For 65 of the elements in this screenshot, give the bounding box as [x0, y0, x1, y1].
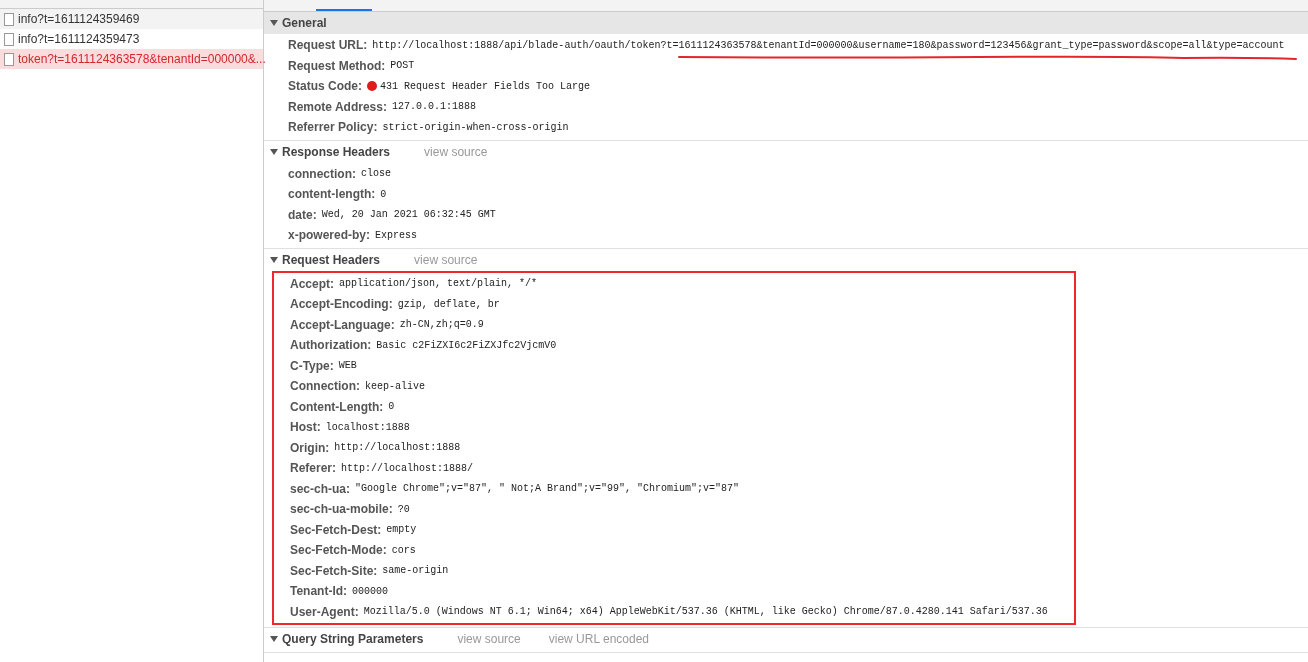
header-name: C-Type: [290, 357, 334, 375]
document-icon [4, 32, 14, 46]
header-value: WEB [338, 360, 357, 373]
header-value: strict-origin-when-cross-origin [382, 121, 569, 134]
header-value: application/json, text/plain, */* [339, 278, 538, 291]
header-name: x-powered-by: [288, 227, 370, 245]
header-name: Tenant-Id: [290, 583, 348, 601]
header-name: Connection: [290, 378, 360, 396]
header-value: keep-alive [365, 380, 425, 393]
header-value: ?0 [397, 503, 410, 516]
header-value: zh-CN,zh;q=0.9 [399, 319, 484, 332]
header-value: POST [390, 60, 415, 73]
header-name: Sec-Fetch-Mode: [290, 542, 387, 560]
header-name: date: [288, 206, 317, 224]
header-value: empty [386, 524, 417, 537]
header-value: gzip, deflate, br [397, 298, 500, 311]
header-name: content-length: [288, 186, 376, 204]
header-name: Referer: [290, 460, 337, 478]
header-value: 0 [380, 188, 387, 201]
header-value: 127.0.0.1:1888 [391, 101, 476, 114]
section-header[interactable]: Query String Parameters view source view URL encoded [264, 628, 1308, 650]
header-value: 0 [388, 401, 395, 414]
header-name: Origin: [290, 439, 330, 457]
expanded-triangle-icon[interactable] [270, 635, 278, 643]
header-value: Mozilla/5.0 (Windows NT 6.1; Win64; x64) AppleWebKit/537.36 (KHTML, like Gecko) Chrome/87.0.4280.141 Safari/537.36 [363, 606, 1048, 619]
header-value: http://localhost:1888/ [341, 462, 474, 475]
header-name: connection: [288, 165, 356, 183]
header-name: sec-ch-ua: [290, 480, 351, 498]
header-value: http://localhost:1888/api/blade-auth/oauth/token?t=1611124363578&tenantId=000000&username=180&password=123456&grant_type=password&scope=all&type=account [372, 39, 1285, 52]
header-value: same-origin [382, 565, 449, 578]
header-name: Accept-Language: [290, 316, 395, 334]
header-value: Basic c2FiZXI6c2FiZXJfc2VjcmV0 [376, 339, 557, 352]
header-name: Content-Length: [290, 398, 384, 416]
header-name: Accept: [290, 275, 334, 293]
header-value: close [361, 168, 391, 181]
header-name: User-Agent: [290, 603, 359, 621]
request-row[interactable]: token?t=1611124363578&tenantId=000000&... [0, 49, 263, 69]
header-value: cors [391, 544, 416, 557]
header-name: Sec-Fetch-Dest: [290, 521, 382, 539]
header-name: Accept-Encoding: [290, 296, 393, 314]
header-name: Request Method: [288, 57, 386, 75]
document-icon [4, 52, 14, 66]
header-name: Status Code: [288, 78, 362, 96]
expanded-triangle-icon[interactable] [270, 147, 278, 156]
header-value: Wed, 20 Jan 2021 06:32:45 GMT [321, 209, 496, 222]
expanded-triangle-icon[interactable] [270, 255, 278, 264]
section-header[interactable]: Response Headers view source [264, 140, 1308, 163]
request-row[interactable]: info?t=1611124359469 [0, 9, 263, 29]
header-name: Remote Address: [288, 98, 387, 116]
expanded-triangle-icon[interactable] [270, 19, 278, 27]
header-name: sec-ch-ua-mobile: [290, 501, 393, 519]
document-icon [4, 12, 14, 26]
header-value: 000000 [352, 585, 389, 598]
section-header[interactable]: Request Headers view source [264, 248, 1308, 271]
header-name: Referrer Policy: [288, 119, 378, 137]
section-header[interactable]: General [264, 12, 1308, 34]
header-value: 431 Request Header Fields Too Large [380, 80, 591, 93]
header-value: "Google Chrome";v="87", " Not;A Brand";v="99", "Chromium";v="87" [355, 483, 740, 496]
header-value: Express [375, 229, 418, 242]
header-name: Host: [290, 419, 321, 437]
header-value: http://localhost:1888 [334, 442, 461, 455]
header-name: Sec-Fetch-Site: [290, 562, 378, 580]
header-name: Request URL: [288, 37, 368, 55]
header-name: Authorization: [290, 337, 372, 355]
header-value: localhost:1888 [325, 421, 410, 434]
